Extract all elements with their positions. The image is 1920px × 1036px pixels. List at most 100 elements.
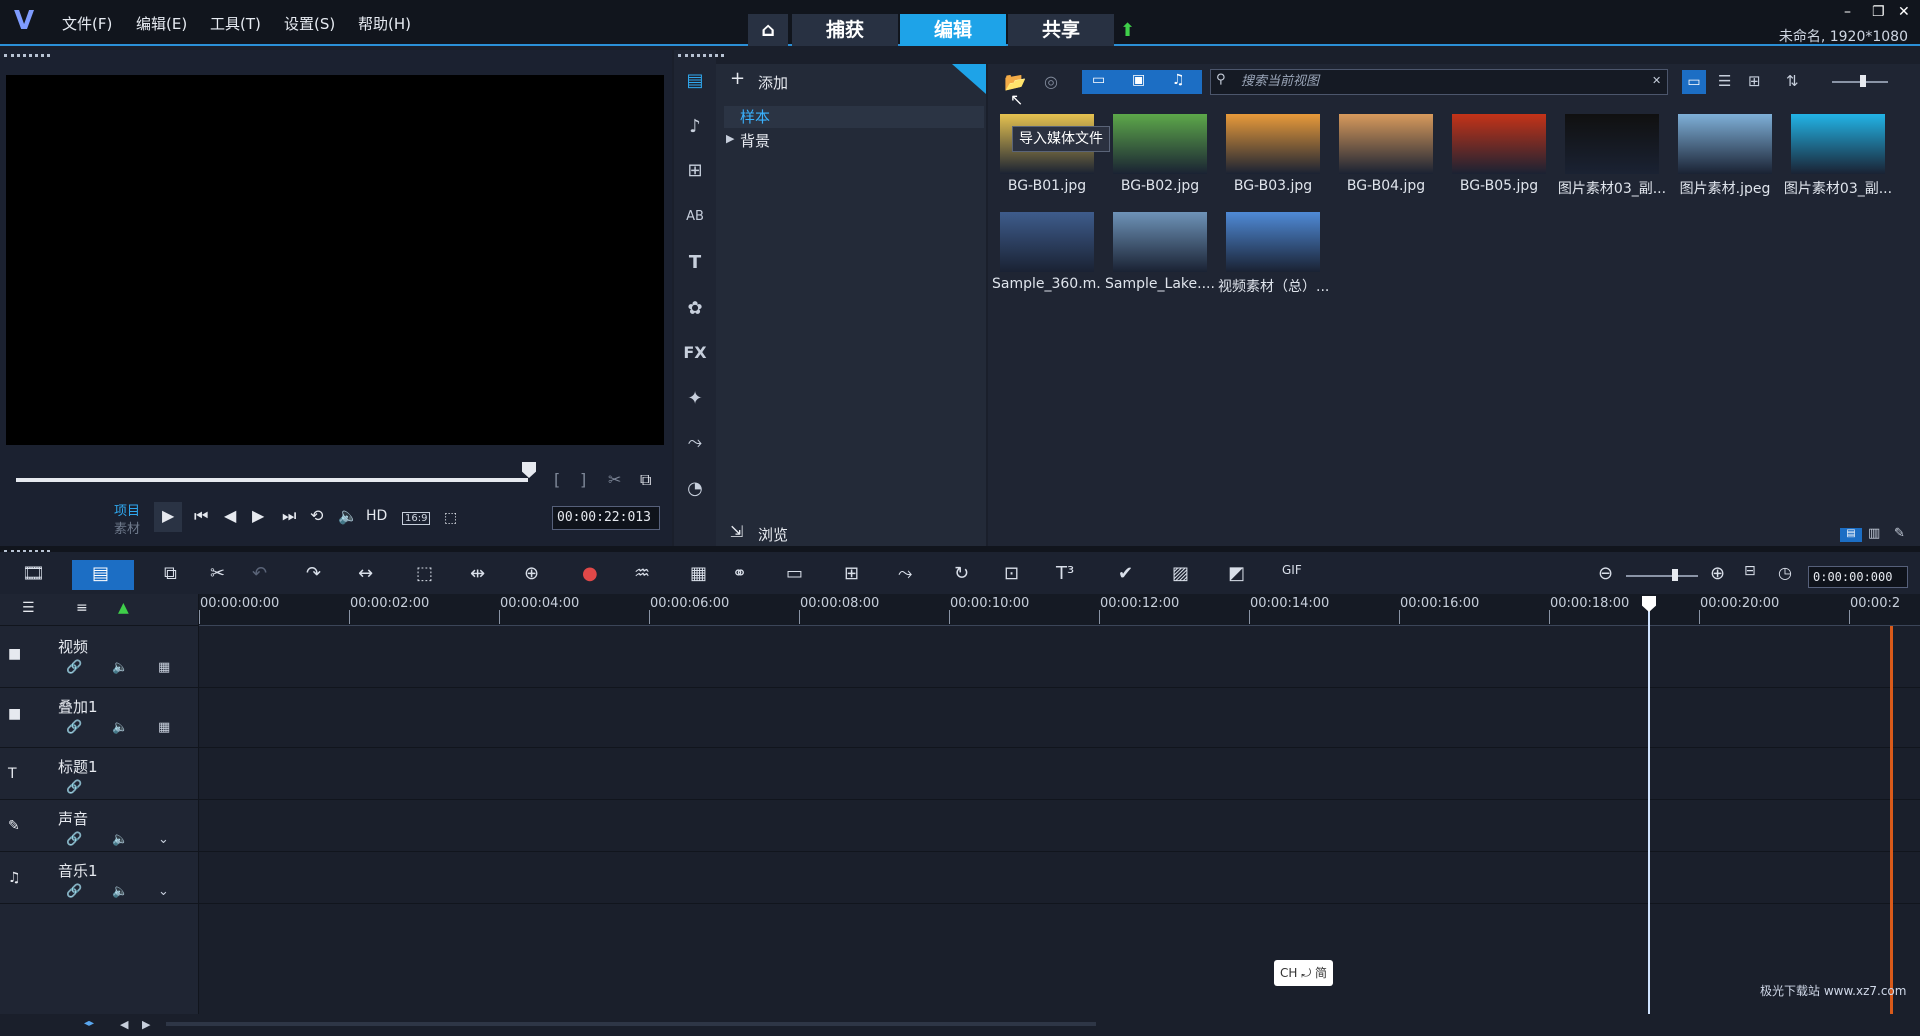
instant-project-icon[interactable]: ♪ — [680, 112, 710, 142]
ripple-edit-icon[interactable]: ▲ — [118, 600, 129, 616]
zoom-slider-handle[interactable] — [1672, 569, 1678, 581]
edit-icon[interactable]: ✎ — [1894, 526, 1905, 541]
tree-item-sample[interactable]: 样本 — [724, 106, 984, 128]
media-thumbnail[interactable]: BG-B04.jpg — [1331, 110, 1441, 204]
mark-out-icon[interactable]: ] — [580, 470, 586, 489]
home-skip-icon[interactable]: ⏮ — [194, 506, 208, 526]
graphics-icon[interactable]: ✿ — [680, 294, 710, 324]
pan-zoom-icon[interactable]: ⊡ — [1004, 563, 1019, 584]
crop-icon[interactable]: ⬚ — [444, 510, 457, 526]
home-tab-icon[interactable]: ⌂ — [748, 14, 788, 46]
split-screen-icon[interactable]: ⇹ — [470, 563, 485, 584]
media-thumbnail[interactable]: BG-B02.jpg — [1105, 110, 1215, 204]
track-header[interactable] — [0, 688, 198, 748]
media-thumbnail[interactable]: BG-B01.jpg — [992, 110, 1102, 204]
tools-icon[interactable]: ✂ — [210, 563, 225, 584]
magic-wand-icon[interactable]: ✦ — [680, 384, 710, 414]
mark-in-icon[interactable]: [ — [554, 470, 560, 489]
project-mode-label[interactable]: 项目 — [114, 500, 140, 519]
storyboard-view-icon[interactable]: 🎞 — [22, 563, 45, 584]
link-icon[interactable]: 🔗 — [66, 720, 82, 735]
clip-mode-label[interactable]: 素材 — [114, 518, 140, 537]
track-header[interactable] — [0, 748, 198, 800]
media-thumbnail[interactable]: 图片素材03_副... — [1557, 110, 1667, 204]
link-icon[interactable]: 🔗 — [66, 832, 82, 847]
undo-icon[interactable]: ↶ — [252, 563, 267, 584]
path-icon[interactable]: ⤳ — [680, 428, 710, 458]
browse-icon[interactable]: ⇲ — [730, 522, 743, 541]
preview-scrubber[interactable] — [16, 478, 528, 482]
end-skip-icon[interactable]: ⏭ — [282, 506, 296, 526]
hd-toggle[interactable]: HD — [366, 508, 387, 524]
track-manager-icon[interactable]: ☰ — [22, 600, 35, 616]
timeline-timecode[interactable]: 0:00:00:000 — [1808, 566, 1908, 588]
scroll-left-icon[interactable]: ◀ — [120, 1018, 128, 1031]
panel-grip[interactable] — [4, 54, 50, 58]
show-video-icon[interactable]: ▭ — [1092, 72, 1105, 88]
rotate-icon[interactable]: ↻ — [954, 563, 969, 584]
tree-item-background[interactable]: 背景 — [724, 130, 770, 151]
volume-icon[interactable]: 🔈 — [112, 720, 128, 735]
show-photo-icon[interactable]: ▣ — [1132, 72, 1145, 88]
library-view-icon[interactable]: ▤ — [1840, 528, 1862, 542]
fit-scroll-icon[interactable]: ◂▸ — [84, 1018, 94, 1029]
add-folder-button[interactable]: 添加 — [758, 72, 788, 93]
filter-fx-icon[interactable]: FX — [680, 338, 710, 368]
preview-timecode[interactable]: 00:00:22:013 — [552, 506, 660, 530]
track-type-icon[interactable]: ■ — [8, 646, 21, 662]
fit-project-icon[interactable]: ⊟ — [1744, 563, 1756, 579]
next-frame-icon[interactable]: ▶ — [252, 506, 264, 525]
search-input[interactable]: 搜索当前视图 — [1210, 69, 1668, 95]
scrollbar-thumb[interactable] — [166, 1022, 1096, 1026]
list-view-icon[interactable]: ☰ — [1718, 72, 1731, 90]
media-thumbnail[interactable]: BG-B03.jpg — [1218, 110, 1328, 204]
fit-timeline-icon[interactable]: ↔ — [358, 563, 373, 584]
link-icon[interactable]: 🔗 — [66, 884, 82, 899]
menu-settings[interactable]: 设置(S) — [284, 13, 335, 34]
browse-button[interactable]: 浏览 — [758, 524, 788, 545]
tab-share[interactable]: 共享 — [1008, 14, 1114, 46]
thumbnail-view-icon[interactable]: ▭ — [1682, 70, 1706, 94]
copy-icon[interactable]: ⧉ — [164, 563, 177, 584]
audio-wave-icon[interactable]: ♒ — [634, 563, 650, 584]
capture-icon[interactable]: ◎ — [1044, 72, 1058, 91]
grid-lines-icon[interactable]: ⊞ — [844, 563, 859, 584]
media-thumbnail[interactable]: Sample_Lake.... — [1105, 208, 1215, 302]
timeline-ruler[interactable] — [198, 594, 1920, 626]
repeat-icon[interactable]: ⟲ — [310, 506, 323, 525]
paint-icon[interactable]: ✔ — [1118, 563, 1133, 584]
record-icon[interactable]: ● — [582, 563, 598, 584]
track-lane[interactable] — [198, 628, 1920, 688]
menu-help[interactable]: 帮助(H) — [358, 13, 411, 34]
track-lane[interactable] — [198, 748, 1920, 800]
track-header[interactable] — [0, 628, 198, 688]
motion-icon[interactable]: ⤳ — [898, 563, 912, 584]
playhead-line[interactable] — [1648, 596, 1650, 1014]
gif-icon[interactable]: GIF — [1282, 563, 1302, 577]
scroll-right-icon[interactable]: ▶ — [142, 1018, 150, 1031]
mosaic-icon[interactable]: ▦ — [158, 660, 170, 675]
mosaic-icon[interactable]: ⌄ — [158, 832, 169, 847]
image-adjust-icon[interactable]: ◩ — [1228, 563, 1245, 584]
clear-search-icon[interactable]: ✕ — [1652, 74, 1661, 87]
menu-tools[interactable]: 工具(T) — [210, 13, 261, 34]
volume-icon[interactable]: 🔈 — [112, 832, 128, 847]
link-icon[interactable]: 🔗 — [66, 780, 82, 795]
mosaic-icon[interactable]: ▦ — [158, 720, 170, 735]
track-type-icon[interactable]: ■ — [8, 706, 21, 722]
tab-capture[interactable]: 捕获 — [792, 14, 898, 46]
options-icon[interactable]: ▥ — [1868, 526, 1880, 541]
zoom-in-icon[interactable]: ⊕ — [1710, 563, 1725, 584]
restore-icon[interactable]: ❐ — [1872, 4, 1885, 20]
ime-indicator[interactable]: CH ⤾ 简 — [1274, 960, 1334, 986]
clock-icon[interactable]: ◷ — [1778, 563, 1792, 582]
show-audio-icon[interactable]: ♫ — [1172, 72, 1185, 88]
link-icon[interactable]: 🔗 — [66, 660, 82, 675]
volume-icon[interactable]: 🔈 — [112, 660, 128, 675]
thumb-size-slider-handle[interactable] — [1860, 75, 1866, 87]
enlarge-icon[interactable]: ⧉ — [640, 470, 651, 490]
previous-frame-icon[interactable]: ◀ — [224, 506, 236, 525]
volume-icon[interactable]: 🔈 — [112, 884, 128, 899]
redo-icon[interactable]: ↷ — [306, 563, 321, 584]
grid-view-icon[interactable]: ⊞ — [1748, 72, 1761, 90]
